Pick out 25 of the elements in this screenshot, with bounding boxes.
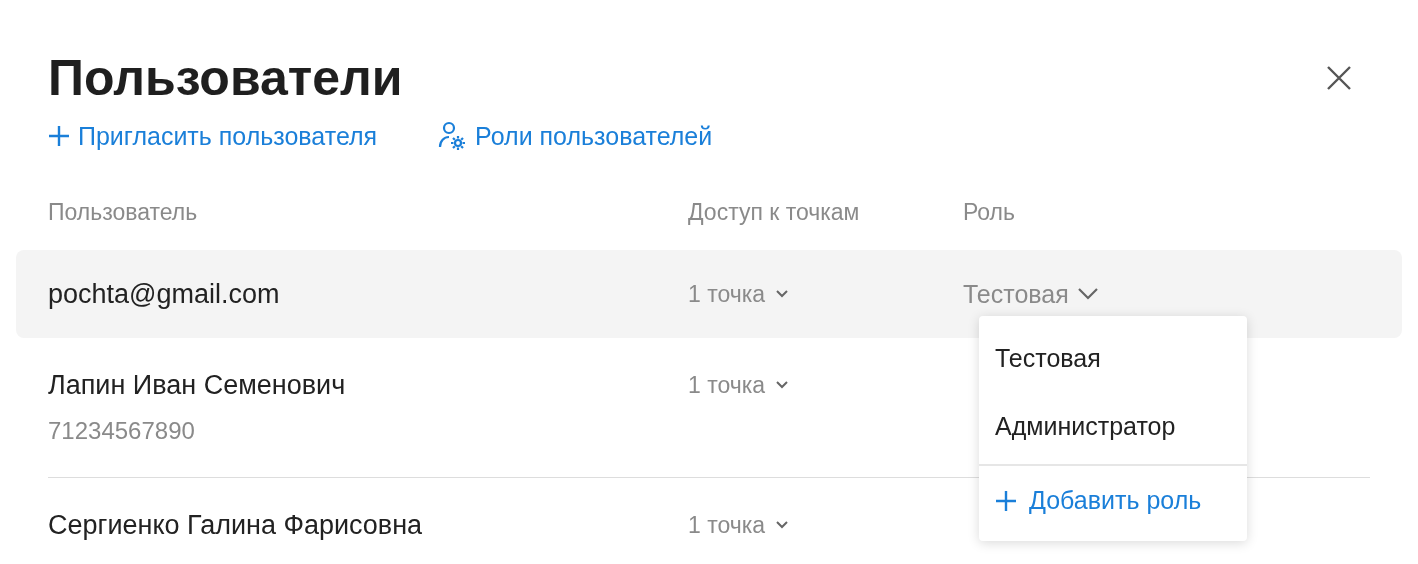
chevron-down-icon	[775, 520, 790, 530]
user-name: Лапин Иван Семенович	[48, 369, 347, 402]
user-gear-icon	[437, 121, 468, 151]
column-header: Пользователь	[48, 198, 199, 226]
chevron-down-icon	[775, 380, 790, 390]
plus-icon	[48, 125, 70, 147]
chevron-down-icon	[775, 289, 790, 299]
invite-user-link[interactable]: Пригласить пользователя	[48, 121, 378, 151]
user-name: pochta@gmail.com	[48, 278, 281, 311]
page-title: Пользователи	[48, 49, 403, 108]
selected-row[interactable]: pochta@gmail.com 1 точка Тестовая	[16, 250, 1402, 338]
plus-icon	[995, 489, 1017, 512]
access-dropdown[interactable]: 1 точка	[688, 508, 790, 542]
access-dropdown[interactable]: 1 точка	[688, 368, 790, 402]
user-name: Сергиенко Галина Фарисовна	[48, 509, 424, 542]
role-dropdown[interactable]: Тестовая	[963, 277, 1099, 311]
column-header: Роль	[963, 198, 1017, 226]
role-option[interactable]: Администратор	[979, 392, 1247, 460]
user-roles-link[interactable]: Роли пользователей	[437, 121, 713, 151]
chevron-down-icon	[1076, 287, 1099, 301]
access-dropdown[interactable]: 1 точка	[688, 277, 790, 311]
user-phone: 71234567890	[48, 416, 196, 446]
add-role-button[interactable]: Добавить роль	[979, 466, 1247, 541]
close-icon	[1326, 65, 1352, 91]
column-header: Доступ к точкам	[688, 198, 861, 226]
